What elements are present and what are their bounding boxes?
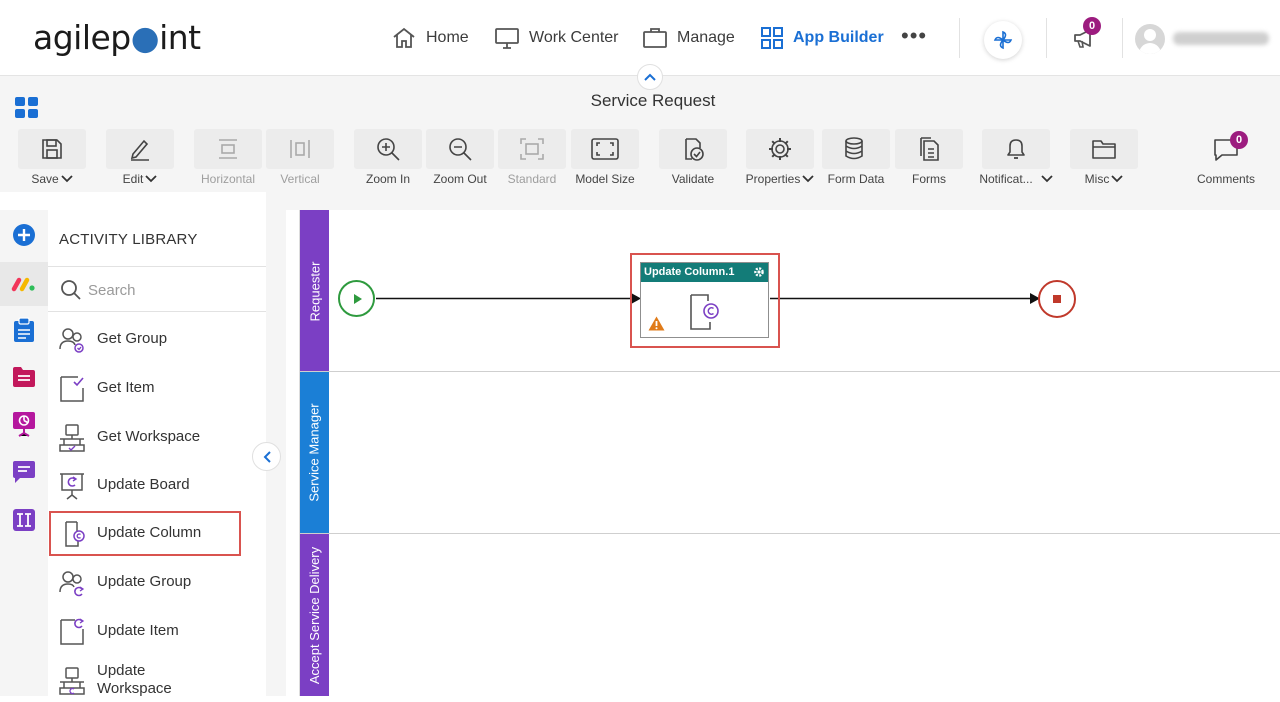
collapse-library-button[interactable] [252,442,281,471]
process-connectors [376,293,1040,304]
chevron-up-icon [644,73,656,81]
end-event[interactable] [1038,280,1076,318]
activity-highlight [630,253,780,348]
play-icon [351,293,363,305]
stop-icon [1052,294,1062,304]
chevron-left-icon [263,450,271,463]
collapse-header-button[interactable] [637,64,663,90]
start-event[interactable] [338,280,375,317]
